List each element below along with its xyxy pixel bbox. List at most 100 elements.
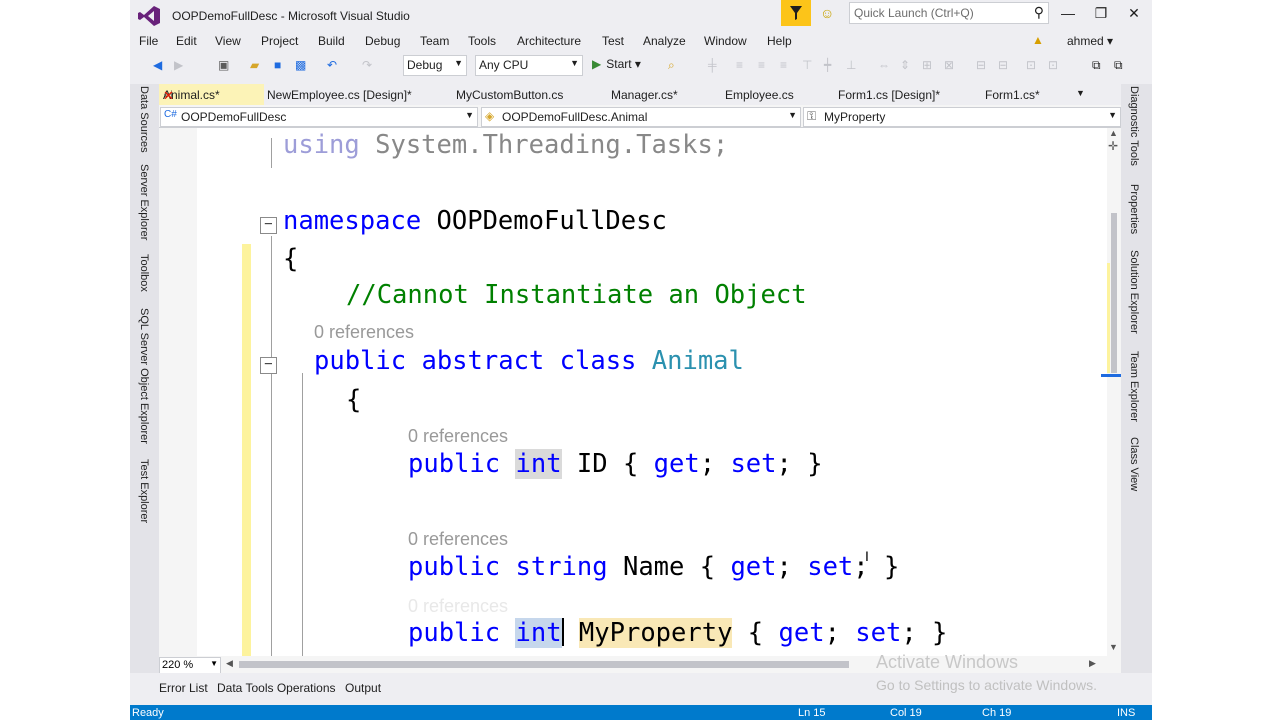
- tool-tab-sql-server-object-explorer[interactable]: SQL Server Object Explorer: [138, 308, 150, 444]
- tool-tab-solution-explorer[interactable]: Solution Explorer: [1128, 250, 1140, 334]
- configuration-dropdown[interactable]: Debug ▼: [403, 55, 467, 76]
- tab-form1-design[interactable]: Form1.cs [Design]*: [838, 88, 940, 102]
- tab-manager-cs[interactable]: Manager.cs*: [611, 88, 678, 102]
- close-icon[interactable]: ✕: [163, 88, 174, 104]
- align-bottom-icon[interactable]: ⊥: [846, 58, 856, 72]
- horizontal-spacing-icon[interactable]: ⊟: [976, 58, 986, 72]
- type-dropdown[interactable]: ◈ OOPDemoFullDesc.Animal ▼: [481, 107, 801, 127]
- center-icon[interactable]: ⊡: [1026, 58, 1036, 72]
- feedback-smiley-icon[interactable]: ☺: [820, 5, 834, 21]
- scroll-up-icon[interactable]: ▲: [1109, 128, 1118, 138]
- outline-guide: [271, 236, 272, 656]
- warning-icon[interactable]: ▲: [1032, 33, 1044, 47]
- tool-tab-team-explorer[interactable]: Team Explorer: [1128, 351, 1140, 422]
- window-title: OOPDemoFullDesc - Microsoft Visual Studi…: [172, 9, 410, 23]
- tab-output[interactable]: Output: [345, 681, 381, 695]
- menu-test[interactable]: Test: [602, 34, 624, 48]
- vertical-scrollbar[interactable]: ▲ ✛ ▼: [1101, 128, 1121, 656]
- menu-bar: File Edit View Project Build Debug Team …: [130, 31, 1152, 51]
- menu-file[interactable]: File: [139, 34, 158, 48]
- collapse-namespace-icon[interactable]: −: [260, 217, 277, 234]
- align-middle-icon[interactable]: ┿: [824, 58, 831, 72]
- menu-view[interactable]: View: [215, 34, 241, 48]
- tool-tab-test-explorer[interactable]: Test Explorer: [138, 459, 150, 523]
- tool-tab-diagnostic-tools[interactable]: Diagnostic Tools: [1128, 86, 1140, 166]
- user-account[interactable]: ahmed ▾: [1067, 34, 1113, 48]
- menu-architecture[interactable]: Architecture: [517, 34, 581, 48]
- platform-dropdown[interactable]: Any CPU ▼: [475, 55, 583, 76]
- same-size-icon[interactable]: ⊞: [922, 58, 932, 72]
- tab-mycustombutton-cs[interactable]: MyCustomButton.cs: [456, 88, 563, 102]
- zoom-dropdown[interactable]: 220 % ▼: [159, 657, 221, 674]
- menu-analyze[interactable]: Analyze: [643, 34, 686, 48]
- project-dropdown[interactable]: C# OOPDemoFullDesc ▼: [160, 107, 478, 127]
- member-dropdown[interactable]: ⚿ MyProperty ▼: [803, 107, 1121, 127]
- tool-tab-class-view[interactable]: Class View: [1128, 437, 1140, 491]
- activate-windows-title: Activate Windows: [876, 652, 1019, 672]
- tab-form1-cs[interactable]: Form1.cs*: [985, 88, 1040, 102]
- align-right-icon[interactable]: ≡: [780, 58, 787, 72]
- navigate-back-icon[interactable]: ◀: [153, 58, 162, 72]
- codelens-references[interactable]: 0 references: [314, 322, 414, 343]
- horizontal-scroll-thumb[interactable]: [239, 661, 849, 668]
- menu-team[interactable]: Team: [420, 34, 449, 48]
- save-all-icon[interactable]: ▩: [295, 58, 306, 72]
- center-vertical-icon[interactable]: ⊡: [1048, 58, 1058, 72]
- notification-filter-icon[interactable]: [781, 0, 811, 26]
- tab-animal-cs[interactable]: Animal.cs* ⊣ ✕: [159, 84, 264, 105]
- redo-icon[interactable]: ↷: [362, 58, 372, 72]
- tab-error-list[interactable]: Error List: [159, 681, 208, 695]
- same-width-icon[interactable]: ⇔: [878, 58, 890, 72]
- menu-window[interactable]: Window: [704, 34, 747, 48]
- tool-tab-properties[interactable]: Properties: [1128, 184, 1140, 234]
- status-column: Col 19: [890, 707, 922, 719]
- tool-tab-data-sources[interactable]: Data Sources: [138, 86, 150, 153]
- title-bar: OOPDemoFullDesc - Microsoft Visual Studi…: [130, 0, 1152, 31]
- align-top-icon[interactable]: ⊤: [802, 58, 812, 72]
- video-frame-right: [1152, 0, 1280, 720]
- start-debugging-button[interactable]: ▶ Start ▾: [592, 57, 641, 71]
- collapse-class-icon[interactable]: −: [260, 357, 277, 374]
- tab-overflow-dropdown-icon[interactable]: ▼: [1076, 88, 1085, 98]
- save-icon[interactable]: ■: [274, 58, 281, 72]
- codelens-references[interactable]: 0 references: [408, 529, 508, 550]
- send-to-back-icon[interactable]: ⧉: [1114, 58, 1123, 73]
- menu-help[interactable]: Help: [767, 34, 792, 48]
- find-in-files-icon[interactable]: ⌕: [668, 58, 675, 73]
- tab-employee-cs[interactable]: Employee.cs: [725, 88, 794, 102]
- bring-to-front-icon[interactable]: ⧉: [1092, 58, 1101, 73]
- left-tool-window-strip: Data Sources Server Explorer Toolbox SQL…: [130, 84, 159, 705]
- menu-project[interactable]: Project: [261, 34, 298, 48]
- menu-tools[interactable]: Tools: [468, 34, 496, 48]
- new-project-icon[interactable]: ▣: [218, 58, 229, 72]
- quick-launch-input[interactable]: Quick Launch (Ctrl+Q) ⚲: [849, 2, 1049, 24]
- tab-data-tools-operations[interactable]: Data Tools Operations: [217, 681, 336, 695]
- close-window-button[interactable]: ✕: [1119, 5, 1149, 22]
- size-to-grid-icon[interactable]: ⊠: [944, 58, 954, 72]
- scroll-left-icon[interactable]: ◀: [226, 658, 233, 669]
- open-file-icon[interactable]: ▰: [250, 58, 259, 72]
- configuration-value: Debug: [407, 58, 443, 72]
- menu-edit[interactable]: Edit: [176, 34, 197, 48]
- split-window-icon[interactable]: ✛: [1108, 139, 1118, 153]
- minimize-button[interactable]: —: [1053, 5, 1083, 21]
- tab-newemployee-design[interactable]: NewEmployee.cs [Design]*: [267, 88, 412, 102]
- restore-button[interactable]: ❐: [1086, 5, 1116, 22]
- tool-tab-server-explorer[interactable]: Server Explorer: [138, 164, 150, 240]
- codelens-references[interactable]: 0 references: [408, 426, 508, 447]
- menu-build[interactable]: Build: [318, 34, 345, 48]
- tool-tab-toolbox[interactable]: Toolbox: [138, 254, 150, 292]
- align-left-icon[interactable]: ≡: [736, 58, 743, 72]
- vertical-spacing-icon[interactable]: ⊟: [998, 58, 1008, 72]
- scroll-down-icon[interactable]: ▼: [1109, 642, 1118, 652]
- align-center-icon[interactable]: ≡: [758, 58, 765, 72]
- undo-icon[interactable]: ↶: [327, 58, 337, 72]
- same-height-icon[interactable]: ⇕: [900, 58, 910, 72]
- codelens-references-faded[interactable]: 0 references: [408, 596, 508, 617]
- scroll-right-icon[interactable]: ▶: [1089, 658, 1096, 669]
- code-line-myproperty: public int MyProperty { get; set; }: [408, 618, 948, 648]
- code-editor[interactable]: using System.Threading.Tasks; − namespac…: [159, 128, 1121, 656]
- navigate-forward-icon[interactable]: ▶: [174, 58, 183, 72]
- menu-debug[interactable]: Debug: [365, 34, 400, 48]
- breakpoint-icon[interactable]: ╪: [708, 58, 717, 72]
